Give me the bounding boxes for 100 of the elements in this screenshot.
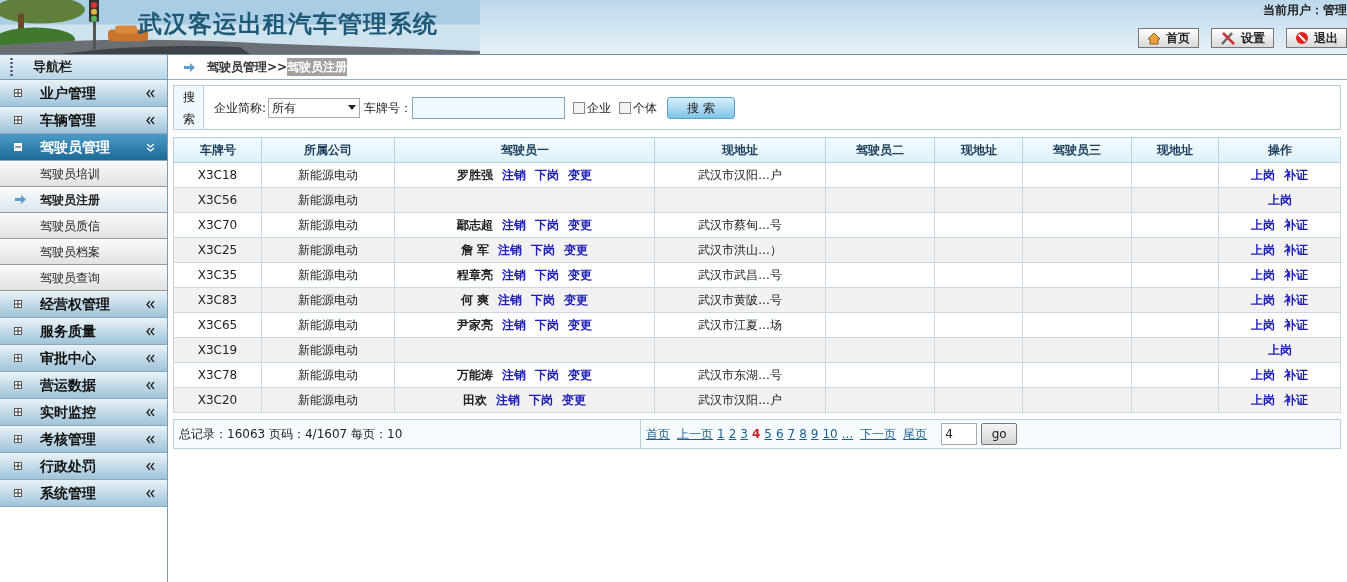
page-link[interactable]: 7 (787, 425, 796, 443)
action-link[interactable]: 注销 (498, 293, 523, 307)
double-chevron-left-icon (146, 380, 155, 390)
tools-icon (1220, 31, 1236, 45)
action-link[interactable]: 变更 (562, 393, 586, 407)
menu-group[interactable]: 驾驶员管理 (0, 134, 167, 161)
double-chevron-left-icon (146, 461, 155, 471)
menu-item[interactable]: 驾驶员注册 (0, 187, 167, 213)
menu-group[interactable]: 业户管理 (0, 80, 167, 107)
menu-group[interactable]: 营运数据 (0, 372, 167, 399)
page-link[interactable]: 2 (728, 425, 737, 443)
column-header: 现地址 (934, 137, 1023, 163)
action-link[interactable]: 补证 (1284, 318, 1308, 332)
action-link[interactable]: 下岗 (535, 368, 559, 382)
page-input[interactable]: 4 (941, 423, 978, 445)
action-link[interactable]: 补证 (1284, 368, 1308, 382)
action-link[interactable]: 上岗 (1251, 393, 1275, 407)
checkbox[interactable] (573, 101, 586, 114)
driver-name: 詹 军 (460, 243, 490, 257)
action-link[interactable]: 变更 (568, 368, 592, 382)
action-link[interactable]: 注销 (498, 243, 523, 257)
action-link[interactable]: 下岗 (535, 268, 559, 282)
action-link[interactable]: 上岗 (1251, 243, 1275, 257)
action-link[interactable]: 注销 (502, 168, 526, 182)
breadcrumb-parent[interactable]: 驾驶员管理>> (207, 58, 288, 76)
menu-item[interactable]: 驾驶员档案 (0, 239, 167, 265)
menu-item[interactable]: 驾驶员培训 (0, 161, 167, 187)
action-link[interactable]: 变更 (564, 243, 589, 257)
double-chevron-left-icon (146, 115, 155, 125)
action-link[interactable]: 变更 (568, 168, 592, 182)
menu-group[interactable]: 实时监控 (0, 399, 167, 426)
pager-link[interactable]: ... (841, 425, 854, 443)
action-link[interactable]: 下岗 (535, 218, 559, 232)
action-link[interactable]: 上岗 (1267, 193, 1292, 207)
pager-link[interactable]: 尾页 (903, 425, 928, 443)
action-link[interactable]: 上岗 (1267, 343, 1292, 357)
action-link[interactable]: 注销 (502, 318, 526, 332)
menu-group[interactable]: 车辆管理 (0, 107, 167, 134)
action-link[interactable]: 上岗 (1251, 293, 1275, 307)
page-link[interactable]: 10 (822, 425, 838, 443)
go-button[interactable]: go (981, 423, 1018, 445)
action-link[interactable]: 补证 (1284, 218, 1308, 232)
menu-item[interactable]: 驾驶员查询 (0, 265, 167, 291)
search-button[interactable]: 搜 索 (667, 96, 736, 119)
action-link[interactable]: 上岗 (1251, 368, 1275, 382)
page-link[interactable]: 5 (764, 425, 772, 443)
driver-name: 田欢 (463, 393, 487, 407)
record-summary: 总记录：16063 页码：4/1607 每页：10 (179, 426, 403, 443)
action-link[interactable]: 注销 (496, 393, 520, 407)
action-link[interactable]: 上岗 (1251, 318, 1275, 332)
header-button[interactable]: 设置 (1211, 28, 1274, 48)
checkbox-label: 个体 (633, 99, 658, 117)
menu-group[interactable]: 服务质量 (0, 318, 167, 345)
action-link[interactable]: 下岗 (535, 318, 559, 332)
pager-link[interactable]: 上一页 (677, 425, 713, 443)
action-link[interactable]: 补证 (1284, 168, 1308, 182)
menu-group[interactable]: 系统管理 (0, 480, 167, 507)
pager-link[interactable]: 首页 (646, 425, 670, 443)
page-link[interactable]: 8 (799, 425, 807, 443)
page-link[interactable]: 3 (740, 425, 748, 443)
action-link[interactable]: 下岗 (531, 243, 556, 257)
menu-group[interactable]: 审批中心 (0, 345, 167, 372)
page-link[interactable]: 6 (775, 425, 784, 443)
action-link[interactable]: 注销 (502, 218, 526, 232)
action-link[interactable]: 上岗 (1251, 168, 1275, 182)
checkbox[interactable] (619, 101, 632, 114)
header-button[interactable]: 退出 (1286, 28, 1347, 48)
driver-name: 罗胜强 (457, 168, 493, 182)
table-cell: X3C20 (173, 387, 262, 413)
action-link[interactable]: 变更 (568, 218, 592, 232)
action-link[interactable]: 上岗 (1251, 268, 1275, 282)
action-link[interactable]: 变更 (568, 268, 592, 282)
double-chevron-left-icon (146, 326, 155, 336)
menu-group[interactable]: 考核管理 (0, 426, 167, 453)
action-link[interactable]: 变更 (568, 318, 592, 332)
action-link[interactable]: 注销 (502, 268, 526, 282)
action-link[interactable]: 补证 (1284, 268, 1308, 282)
action-link[interactable]: 补证 (1284, 243, 1308, 257)
page-link[interactable]: 4 (751, 425, 761, 443)
plate-input[interactable] (412, 96, 566, 119)
pager-link[interactable]: 下一页 (860, 425, 897, 443)
header-button[interactable]: 首页 (1138, 28, 1199, 48)
menu-item[interactable]: 驾驶员质信 (0, 213, 167, 239)
breadcrumb-current: 驾驶员注册 (287, 58, 348, 76)
action-link[interactable]: 注销 (502, 368, 526, 382)
table-cell: X3C25 (173, 237, 262, 263)
page-link[interactable]: 9 (810, 425, 819, 443)
double-chevron-left-icon (146, 434, 155, 444)
column-header: 车牌号 (173, 137, 262, 163)
action-link[interactable]: 补证 (1284, 293, 1308, 307)
menu-group[interactable]: 行政处罚 (0, 453, 167, 480)
action-link[interactable]: 下岗 (531, 293, 556, 307)
action-link[interactable]: 上岗 (1251, 218, 1275, 232)
page-link[interactable]: 1 (717, 425, 725, 443)
action-link[interactable]: 补证 (1284, 393, 1308, 407)
action-link[interactable]: 变更 (564, 293, 589, 307)
action-link[interactable]: 下岗 (529, 393, 553, 407)
company-select[interactable]: 所有 (268, 97, 361, 118)
action-link[interactable]: 下岗 (535, 168, 559, 182)
menu-group[interactable]: 经营权管理 (0, 291, 167, 318)
